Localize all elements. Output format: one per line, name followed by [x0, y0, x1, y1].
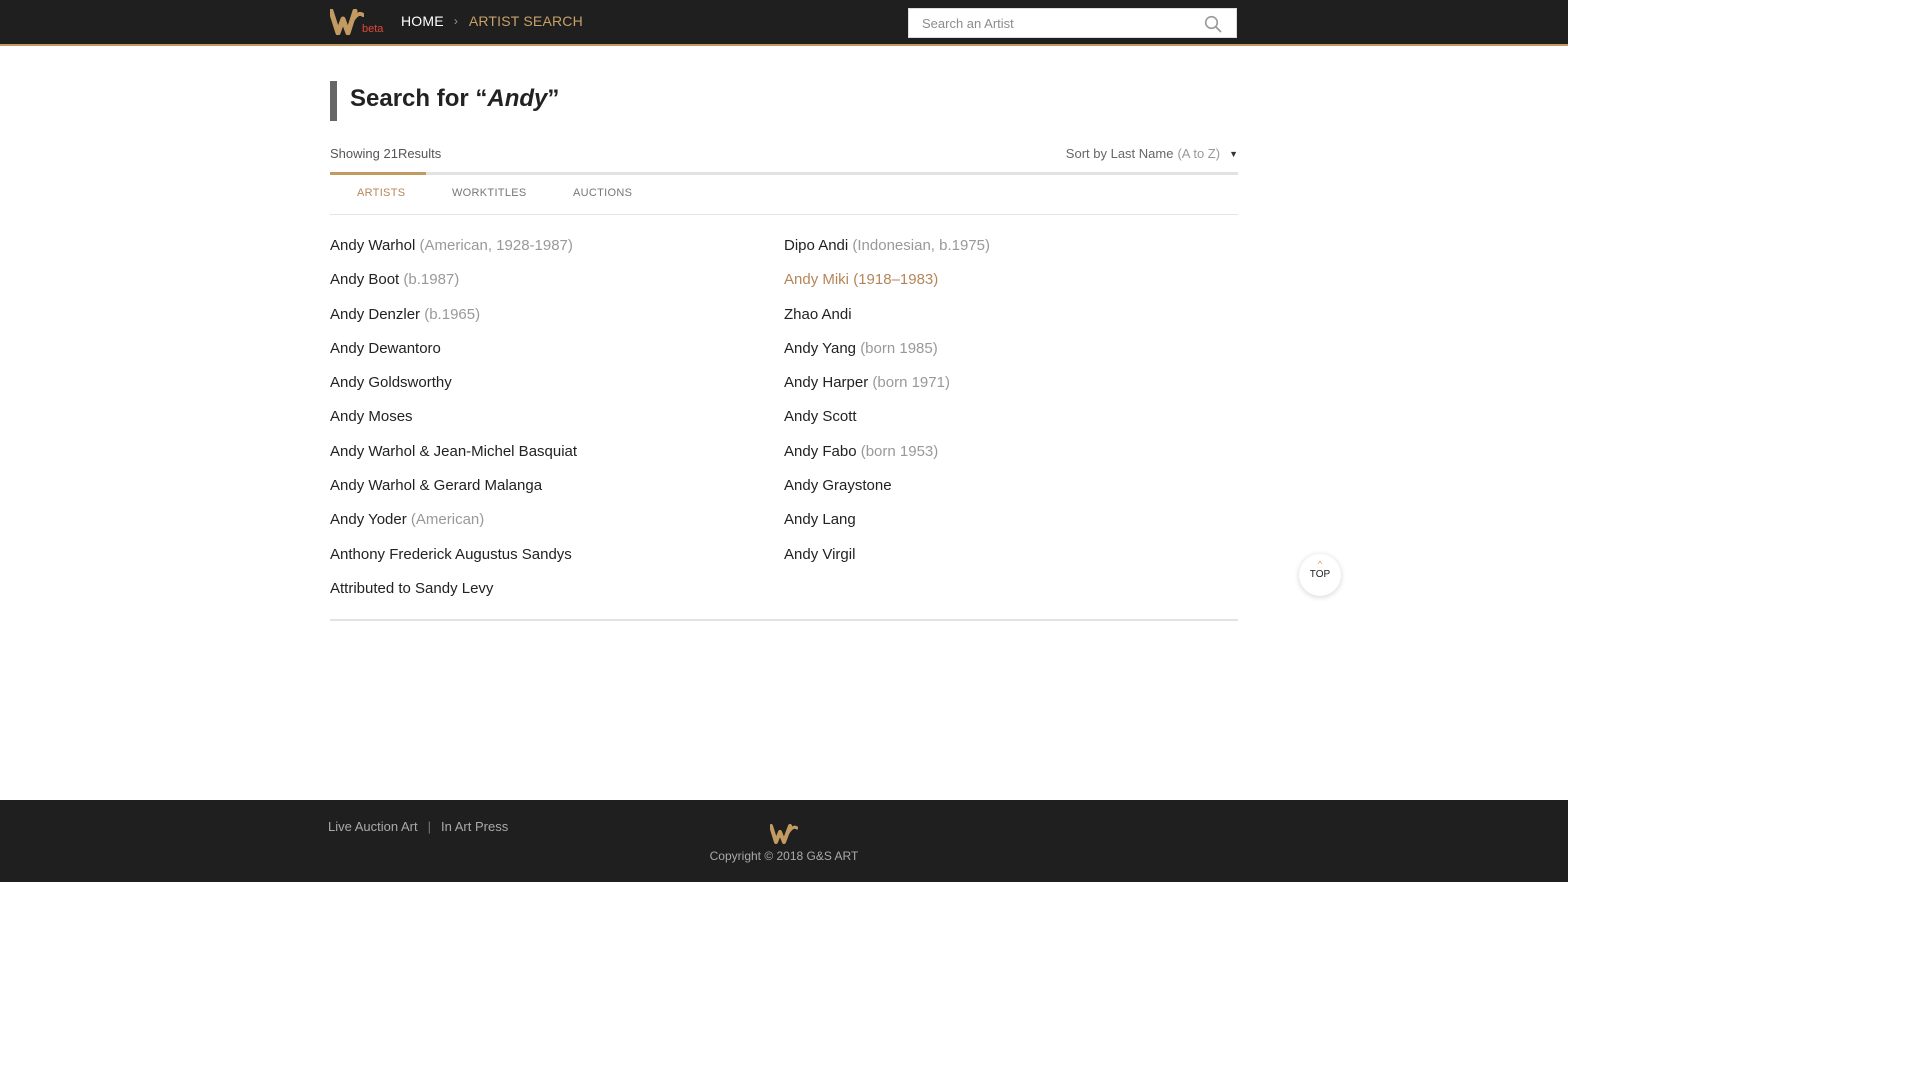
footer-link-in-art-press[interactable]: In Art Press	[441, 819, 508, 834]
footer-links: Live Auction Art | In Art Press	[328, 819, 508, 834]
artist-name: Andy Goldsworthy	[330, 374, 452, 392]
top-navbar: beta HOME › ARTIST SEARCH	[0, 0, 1568, 46]
back-to-top-label: TOP	[1309, 569, 1331, 580]
artist-result-link[interactable]: Andy Warhol & Gerard Malanga	[330, 473, 770, 507]
artist-name: Andy Graystone	[784, 477, 892, 495]
artist-meta: (American)	[410, 511, 485, 529]
artist-result-link[interactable]: Andy Dewantoro	[330, 336, 770, 370]
artist-name: Andy Warhol	[330, 237, 416, 254]
tab-artists[interactable]: ARTISTS	[357, 187, 405, 199]
footer: Live Auction Art | In Art Press Copyrigh…	[0, 800, 1568, 882]
artist-name: Andy Virgil	[784, 545, 856, 563]
w-logo-icon	[330, 9, 364, 35]
artist-name: Attributed to Sandy Levy	[330, 579, 494, 597]
artist-result-link[interactable]: Andy Harper (born 1971)	[784, 370, 1224, 404]
results-count: Showing 21Results	[330, 146, 442, 161]
artist-name: Andy Boot	[330, 271, 400, 289]
results-right-column: Dipo Andi (Indonesian, b.1975) Andy Miki …	[784, 233, 1224, 576]
artist-meta: (born 1985)	[860, 339, 938, 357]
search-icon[interactable]	[1204, 15, 1222, 33]
artist-meta: (Indonesian, b.1975)	[852, 237, 990, 254]
artist-meta: (b.1987)	[403, 271, 460, 289]
artist-result-link[interactable]: Andy Fabo (born 1953)	[784, 439, 1224, 473]
artist-name: Andy Miki	[784, 271, 850, 289]
copyright-text: Copyright © 2018 G&S ART	[709, 849, 859, 863]
artist-result-link[interactable]: Andy Moses	[330, 404, 770, 438]
title-accent-bar	[330, 81, 337, 121]
beta-badge: beta	[362, 23, 384, 35]
artist-name: Andy Fabo	[784, 442, 857, 460]
artist-meta: (American, 1928-1987)	[419, 237, 573, 254]
artist-name: Andy Dewantoro	[330, 339, 441, 357]
artist-name: Andy Yang	[784, 339, 857, 357]
breadcrumb-home-link[interactable]: HOME	[401, 13, 444, 29]
artist-result-link[interactable]: Attributed to Sandy Levy	[330, 576, 770, 610]
artist-result-link[interactable]: Andy Yoder (American)	[330, 507, 770, 541]
artist-result-link[interactable]: Andy Denzler (b.1965)	[330, 302, 770, 336]
artist-search-input[interactable]	[909, 9, 1189, 37]
artist-meta: (1918–1983)	[853, 271, 939, 289]
footer-separator: |	[427, 819, 432, 834]
artist-result-link[interactable]: Andy Yang (born 1985)	[784, 336, 1224, 370]
caret-down-icon: ▼	[1229, 148, 1238, 159]
breadcrumb-chevron-icon: ›	[453, 14, 458, 28]
artist-name: Dipo Andi	[784, 237, 849, 254]
tab-auctions[interactable]: AUCTIONS	[573, 187, 632, 199]
tab-worktitles[interactable]: WORKTITLES	[452, 187, 527, 199]
artist-result-link[interactable]: Zhao Andi	[784, 302, 1224, 336]
results-bottom-divider	[330, 619, 1238, 621]
sort-label: Sort by Last Name	[1065, 146, 1174, 161]
title-query: Andy	[487, 85, 548, 112]
breadcrumb: HOME › ARTIST SEARCH	[401, 13, 583, 29]
sort-dropdown[interactable]: Sort by Last Name (A to Z) ▼	[1066, 146, 1238, 161]
arrow-up-icon: ^	[1317, 559, 1323, 569]
artist-name: Andy Warhol & Gerard Malanga	[330, 477, 543, 495]
footer-link-live-auction-art[interactable]: Live Auction Art	[328, 819, 418, 834]
artist-result-link[interactable]: Anthony Frederick Augustus Sandys	[330, 542, 770, 576]
breadcrumb-current: ARTIST SEARCH	[468, 13, 583, 29]
artist-name: Anthony Frederick Augustus Sandys	[330, 545, 572, 563]
artist-name: Zhao Andi	[784, 305, 852, 323]
page-title: Search for “Andy”	[350, 85, 559, 113]
title-suffix: ”	[547, 85, 560, 112]
artist-search-box	[908, 8, 1237, 38]
artist-name: Andy Lang	[784, 511, 856, 529]
artist-result-link[interactable]: Andy Goldsworthy	[330, 370, 770, 404]
artist-result-link[interactable]: Andy Warhol & Jean-Michel Basquiat	[330, 439, 770, 473]
artist-name: Andy Yoder	[330, 511, 407, 529]
artist-name: Andy Scott	[784, 408, 857, 426]
result-tabs: ARTISTS WORKTITLES AUCTIONS	[330, 175, 1238, 215]
artist-meta: (born 1971)	[872, 374, 950, 392]
artist-result-link[interactable]: Andy Warhol (American, 1928-1987)	[330, 233, 770, 267]
artist-name: Andy Moses	[330, 408, 413, 426]
artist-name: Andy Harper	[784, 374, 869, 392]
artist-result-link[interactable]: Dipo Andi (Indonesian, b.1975)	[784, 233, 1224, 267]
footer-w-logo-icon	[770, 824, 798, 844]
title-prefix: Search for “	[350, 85, 488, 112]
artist-name: Andy Denzler	[330, 305, 421, 323]
artist-meta: (b.1965)	[424, 305, 481, 323]
artist-result-link[interactable]: Andy Virgil	[784, 542, 1224, 576]
artist-result-link[interactable]: Andy Boot (b.1987)	[330, 267, 770, 301]
artist-meta: (born 1953)	[860, 442, 939, 460]
artist-name: Andy Warhol & Jean-Michel Basquiat	[330, 442, 578, 460]
artist-result-link[interactable]: Andy Miki (1918–1983)	[784, 267, 1224, 301]
artist-result-link[interactable]: Andy Graystone	[784, 473, 1224, 507]
artist-result-link[interactable]: Andy Scott	[784, 404, 1224, 438]
back-to-top-button[interactable]: ^ TOP	[1299, 554, 1341, 596]
results-left-column: Andy Warhol (American, 1928-1987) Andy Bo…	[330, 233, 770, 610]
artist-result-link[interactable]: Andy Lang	[784, 507, 1224, 541]
sort-order: (A to Z)	[1177, 146, 1221, 161]
